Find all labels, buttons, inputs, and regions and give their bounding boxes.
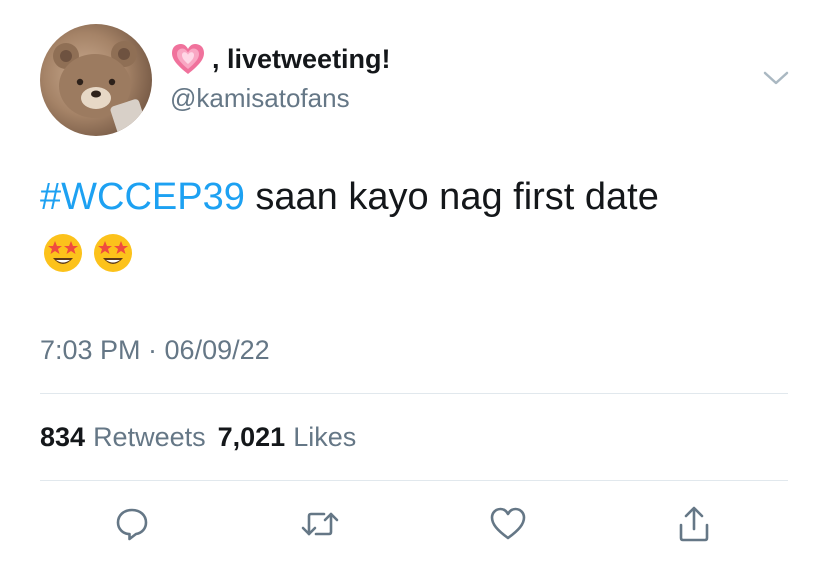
like-button[interactable] <box>484 500 532 548</box>
divider <box>40 480 788 481</box>
likes-count: 7,021 <box>217 422 286 452</box>
likes-stat[interactable]: 7,021 Likes <box>218 422 357 453</box>
display-name-row[interactable]: , livetweeting! <box>170 42 391 76</box>
reply-icon <box>116 508 148 541</box>
share-button[interactable] <box>670 500 718 548</box>
tweet-body: saan kayo nag first date <box>244 176 659 218</box>
heart-icon <box>490 507 526 540</box>
avatar[interactable] <box>40 24 152 136</box>
star-struck-emoji-icon <box>92 232 134 279</box>
emoji-row <box>42 232 134 279</box>
tweet-timestamp[interactable]: 7:03 PM · 06/09/22 <box>40 335 270 366</box>
retweets-count: 834 <box>40 422 86 452</box>
likes-label: Likes <box>293 422 357 452</box>
display-name: , livetweeting! <box>212 43 391 74</box>
retweet-button[interactable] <box>296 500 344 548</box>
divider <box>40 393 788 394</box>
reply-button[interactable] <box>108 500 156 548</box>
share-icon <box>679 506 709 542</box>
user-handle[interactable]: @kamisatofans <box>170 83 350 114</box>
tweet-text: #WCCEP39 saan kayo nag first date <box>40 174 659 220</box>
retweets-stat[interactable]: 834 Retweets <box>40 422 206 453</box>
retweet-icon <box>301 512 339 536</box>
star-struck-emoji-icon <box>42 232 84 279</box>
teddy-bear-avatar-icon <box>53 41 148 136</box>
retweets-label: Retweets <box>93 422 206 452</box>
chevron-down-icon[interactable] <box>762 67 790 89</box>
growing-heart-emoji-icon <box>170 42 206 76</box>
hashtag-link[interactable]: #WCCEP39 <box>40 176 245 218</box>
engagement-stats: 834 Retweets 7,021 Likes <box>40 422 356 453</box>
